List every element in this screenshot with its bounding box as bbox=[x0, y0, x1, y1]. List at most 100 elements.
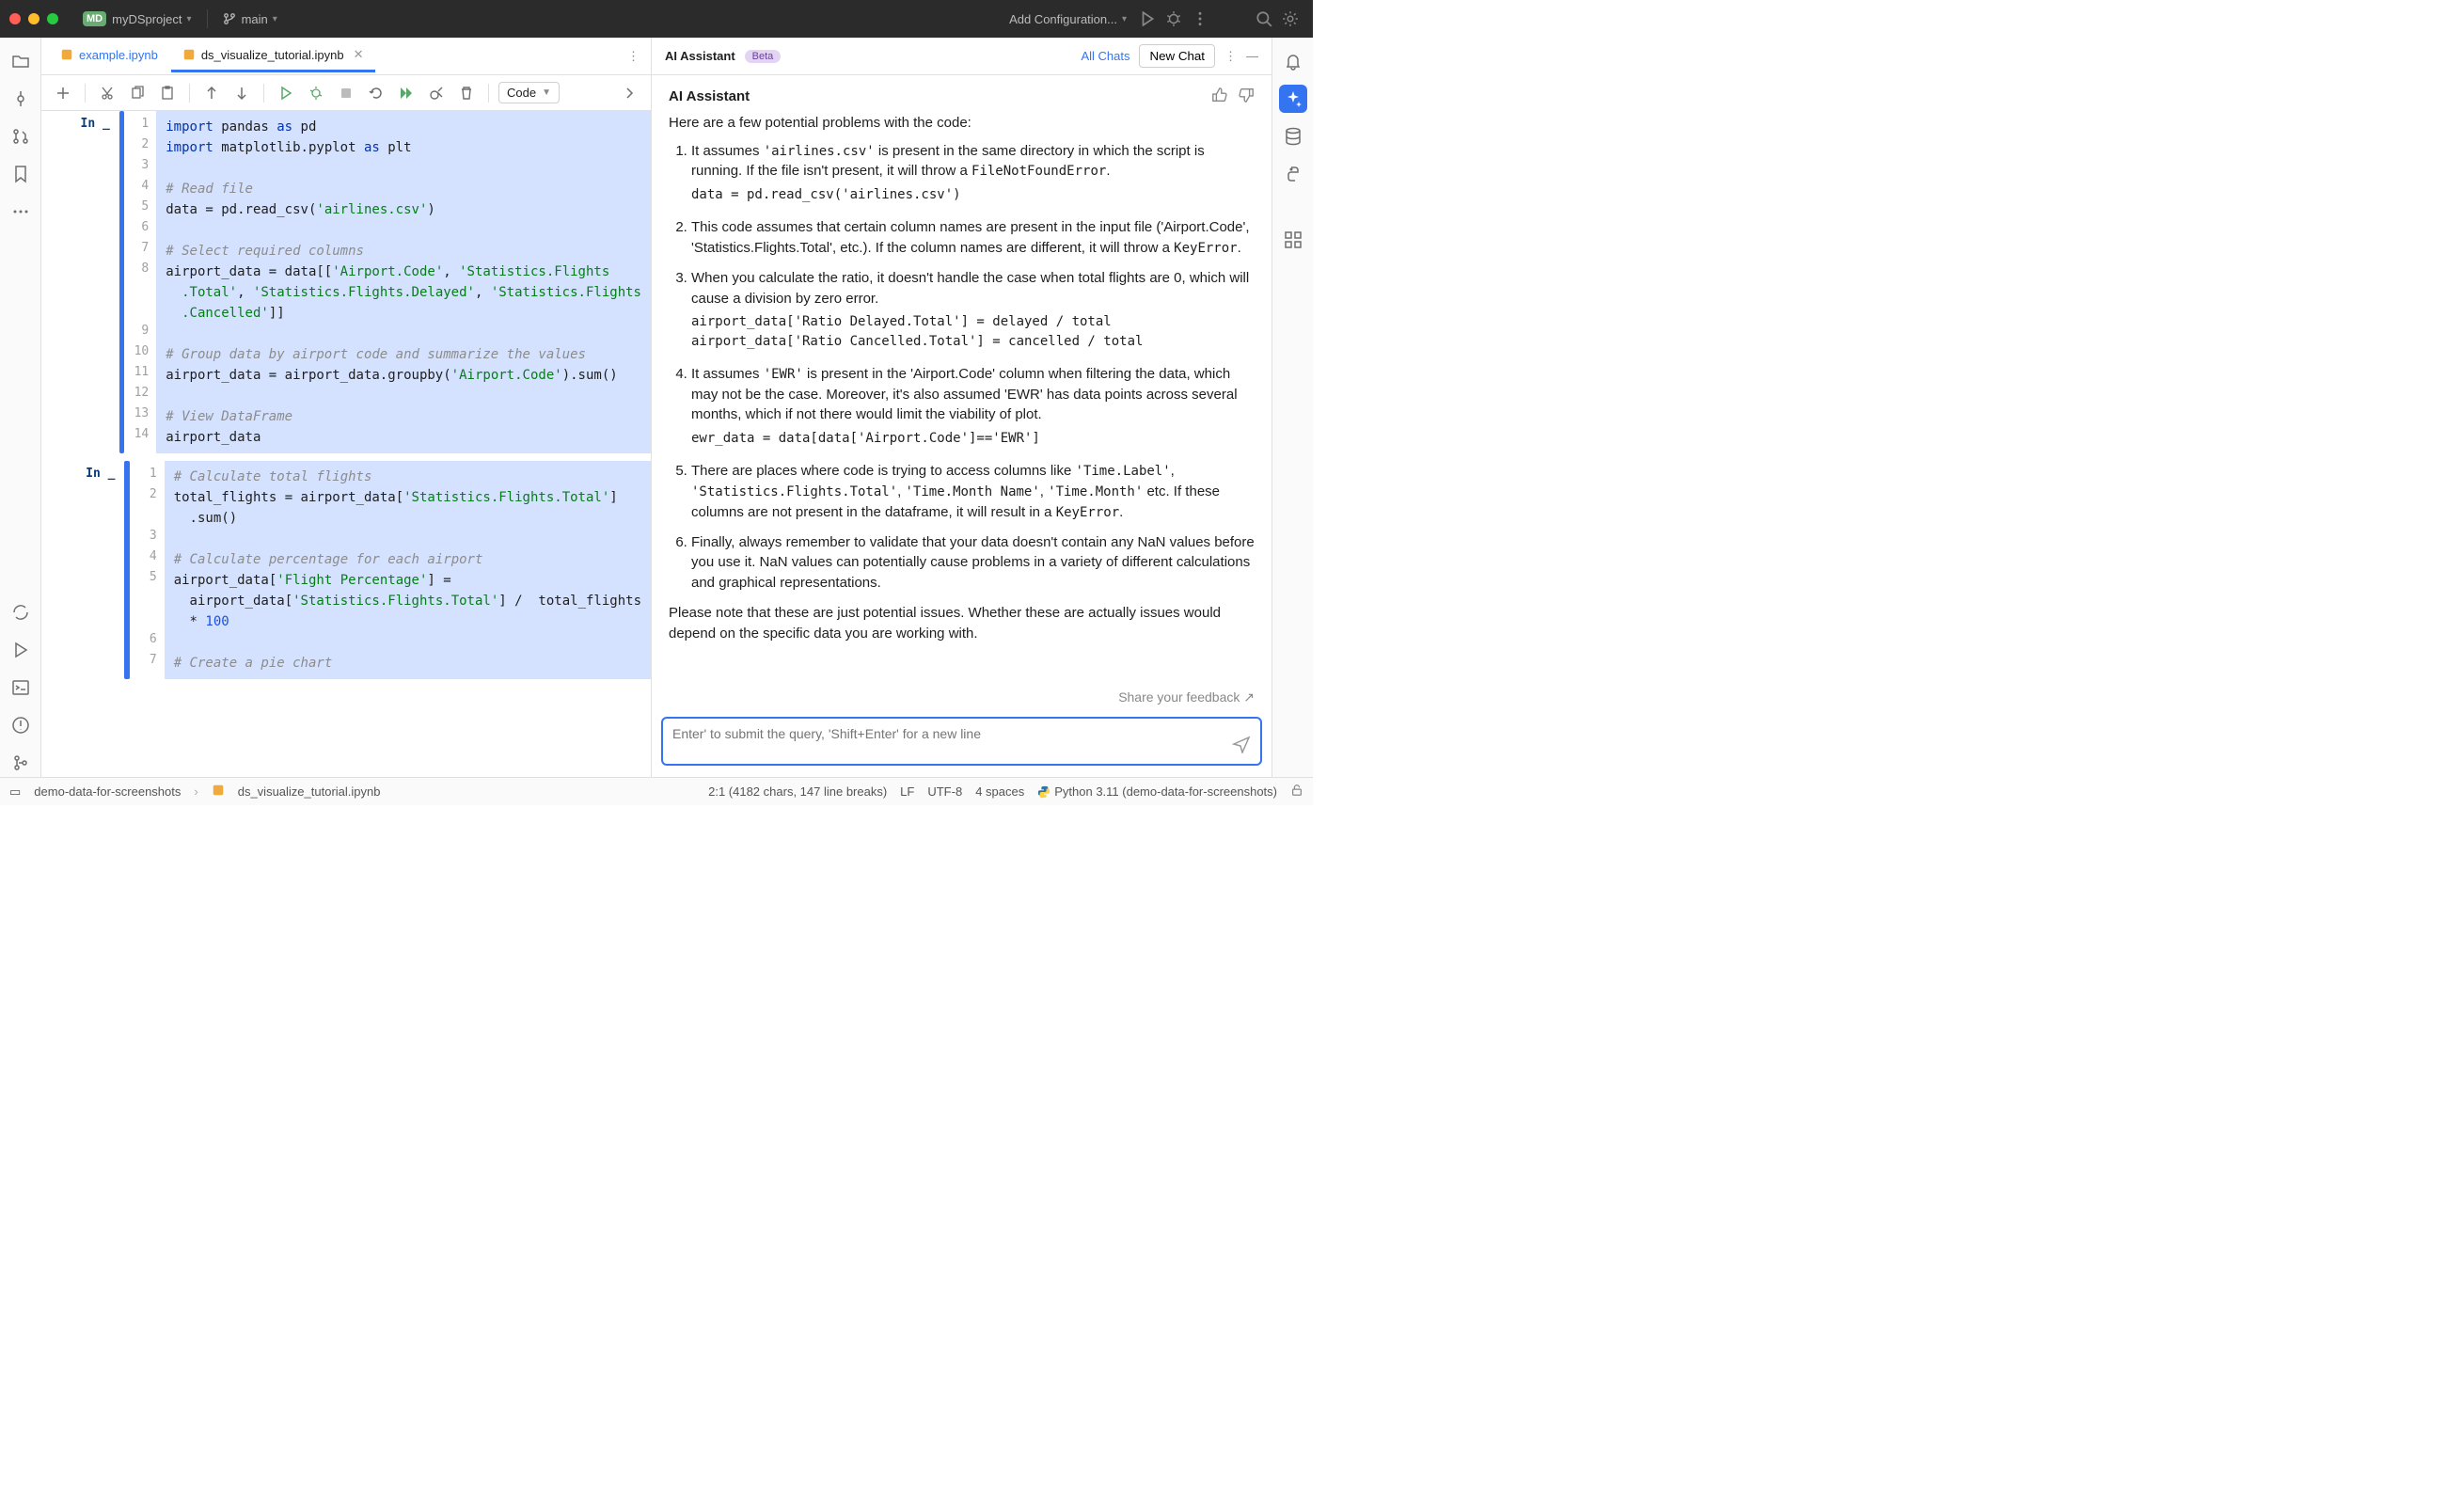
commit-tool-icon[interactable] bbox=[7, 85, 35, 113]
assistant-input[interactable] bbox=[672, 726, 1232, 756]
chevron-down-icon: ▾ bbox=[273, 14, 277, 24]
run-button[interactable] bbox=[1134, 6, 1161, 32]
ai-assistant-tool-icon[interactable] bbox=[1279, 85, 1307, 113]
tab-ds-visualize[interactable]: ds_visualize_tutorial.ipynb ✕ bbox=[171, 40, 375, 72]
assistant-header: AI Assistant Beta All Chats New Chat ⋮ — bbox=[652, 38, 1271, 75]
breadcrumb-root-icon: ▭ bbox=[9, 784, 21, 800]
notebook-icon bbox=[60, 48, 73, 61]
delete-cell-button[interactable] bbox=[454, 81, 479, 105]
window-controls[interactable] bbox=[9, 13, 58, 24]
thumbs-up-icon[interactable] bbox=[1211, 87, 1228, 110]
breadcrumb-folder[interactable]: demo-data-for-screenshots bbox=[34, 784, 181, 799]
database-tool-icon[interactable] bbox=[1279, 122, 1307, 150]
notebook-icon bbox=[182, 48, 196, 61]
search-icon[interactable] bbox=[1251, 6, 1277, 32]
code-content[interactable]: # Calculate total flights total_flights … bbox=[165, 461, 651, 679]
ai-assistant-panel: AI Assistant Beta All Chats New Chat ⋮ —… bbox=[651, 38, 1271, 777]
add-cell-button[interactable] bbox=[51, 81, 75, 105]
notifications-icon[interactable] bbox=[1279, 47, 1307, 75]
chevron-down-icon: ▾ bbox=[1122, 14, 1127, 24]
feedback-link[interactable]: Share your feedback ↗ bbox=[652, 689, 1271, 705]
tab-label: ds_visualize_tutorial.ipynb bbox=[201, 48, 344, 62]
code-cell[interactable]: In _1234567891011121314import pandas as … bbox=[41, 111, 651, 453]
project-name: myDSproject bbox=[112, 12, 182, 26]
send-icon[interactable] bbox=[1232, 735, 1251, 756]
project-tool-icon[interactable] bbox=[7, 47, 35, 75]
close-tab-icon[interactable]: ✕ bbox=[354, 47, 364, 62]
run-cell-button[interactable] bbox=[274, 81, 298, 105]
assistant-heading: AI Assistant bbox=[669, 87, 1255, 107]
chevron-down-icon: ▾ bbox=[187, 14, 192, 24]
assistant-item: It assumes 'airlines.csv' is present in … bbox=[691, 141, 1255, 209]
assistant-body: AI Assistant Here are a few potential pr… bbox=[652, 75, 1271, 689]
bookmarks-icon[interactable] bbox=[7, 160, 35, 188]
tab-example[interactable]: example.ipynb bbox=[49, 40, 169, 72]
file-encoding[interactable]: UTF-8 bbox=[927, 784, 962, 799]
stop-button[interactable] bbox=[334, 81, 358, 105]
assistant-item: This code assumes that certain column na… bbox=[691, 217, 1255, 259]
readonly-lock-icon[interactable] bbox=[1290, 784, 1303, 800]
notebook-toolbar: Code ▼ bbox=[41, 75, 651, 111]
assistant-intro: Here are a few potential problems with t… bbox=[669, 113, 1255, 134]
maximize-window[interactable] bbox=[47, 13, 58, 24]
code-cell[interactable]: In _1234567# Calculate total flights tot… bbox=[41, 461, 651, 679]
services-icon[interactable] bbox=[7, 636, 35, 664]
more-actions-icon[interactable] bbox=[1187, 6, 1213, 32]
project-selector[interactable]: MD myDSproject ▾ bbox=[75, 8, 199, 30]
tabs-more-icon[interactable]: ⋮ bbox=[624, 45, 643, 68]
tab-label: example.ipynb bbox=[79, 48, 158, 62]
cell-type-selector[interactable]: Code ▼ bbox=[498, 82, 560, 103]
sync-icon[interactable] bbox=[7, 598, 35, 626]
move-down-button[interactable] bbox=[229, 81, 254, 105]
problems-icon[interactable] bbox=[7, 711, 35, 739]
cell-prompt: In _ bbox=[41, 111, 119, 453]
line-gutter: 1234567891011121314 bbox=[124, 111, 156, 453]
line-ending[interactable]: LF bbox=[900, 784, 914, 799]
paste-button[interactable] bbox=[155, 81, 180, 105]
new-chat-button[interactable]: New Chat bbox=[1139, 44, 1215, 68]
pull-requests-icon[interactable] bbox=[7, 122, 35, 150]
debug-cell-button[interactable] bbox=[304, 81, 328, 105]
move-up-button[interactable] bbox=[199, 81, 224, 105]
status-bar: ▭ demo-data-for-screenshots › ds_visuali… bbox=[0, 777, 1313, 805]
minimize-panel-icon[interactable]: — bbox=[1246, 49, 1258, 63]
right-toolbar bbox=[1271, 38, 1313, 777]
assistant-item: Finally, always remember to validate tha… bbox=[691, 532, 1255, 594]
editor-tabs: example.ipynb ds_visualize_tutorial.ipyn… bbox=[41, 38, 651, 75]
code-editor[interactable]: ▲ 3 ˄ ˅ In _1234567891011121314import pa… bbox=[41, 111, 651, 777]
clear-outputs-button[interactable] bbox=[424, 81, 449, 105]
left-toolbar bbox=[0, 38, 41, 777]
run-all-button[interactable] bbox=[394, 81, 419, 105]
indent-setting[interactable]: 4 spaces bbox=[975, 784, 1024, 799]
python-console-icon[interactable] bbox=[1279, 160, 1307, 188]
all-chats-link[interactable]: All Chats bbox=[1081, 49, 1129, 63]
more-icon[interactable]: ⋮ bbox=[1224, 49, 1237, 64]
git-icon[interactable] bbox=[7, 749, 35, 777]
toolbar-chevron-right-icon[interactable] bbox=[617, 81, 641, 105]
assistant-input-container[interactable] bbox=[661, 717, 1262, 766]
cut-button[interactable] bbox=[95, 81, 119, 105]
settings-icon[interactable] bbox=[1277, 6, 1303, 32]
restart-button[interactable] bbox=[364, 81, 388, 105]
minimize-window[interactable] bbox=[28, 13, 39, 24]
breadcrumb-file[interactable]: ds_visualize_tutorial.ipynb bbox=[238, 784, 381, 799]
assistant-item: It assumes 'EWR' is present in the 'Airp… bbox=[691, 364, 1255, 452]
beta-badge: Beta bbox=[745, 50, 782, 63]
titlebar: MD myDSproject ▾ main ▾ Add Configuratio… bbox=[0, 0, 1313, 38]
terminal-icon[interactable] bbox=[7, 673, 35, 702]
debug-button[interactable] bbox=[1161, 6, 1187, 32]
copy-button[interactable] bbox=[125, 81, 150, 105]
plugins-icon[interactable] bbox=[1279, 226, 1307, 254]
assistant-outro: Please note that these are just potentia… bbox=[669, 603, 1255, 644]
project-badge: MD bbox=[83, 11, 106, 26]
close-window[interactable] bbox=[9, 13, 21, 24]
cursor-position[interactable]: 2:1 (4182 chars, 147 line breaks) bbox=[708, 784, 887, 799]
run-configuration[interactable]: Add Configuration... ▾ bbox=[1002, 8, 1134, 30]
thumbs-down-icon[interactable] bbox=[1238, 87, 1255, 110]
more-tool-icon[interactable] bbox=[7, 198, 35, 226]
interpreter-selector[interactable]: Python 3.11 (demo-data-for-screenshots) bbox=[1037, 784, 1277, 799]
code-content[interactable]: import pandas as pd import matplotlib.py… bbox=[156, 111, 651, 453]
branch-selector[interactable]: main ▾ bbox=[215, 8, 285, 30]
chevron-down-icon: ▼ bbox=[542, 87, 551, 98]
assistant-item: There are places where code is trying to… bbox=[691, 461, 1255, 522]
